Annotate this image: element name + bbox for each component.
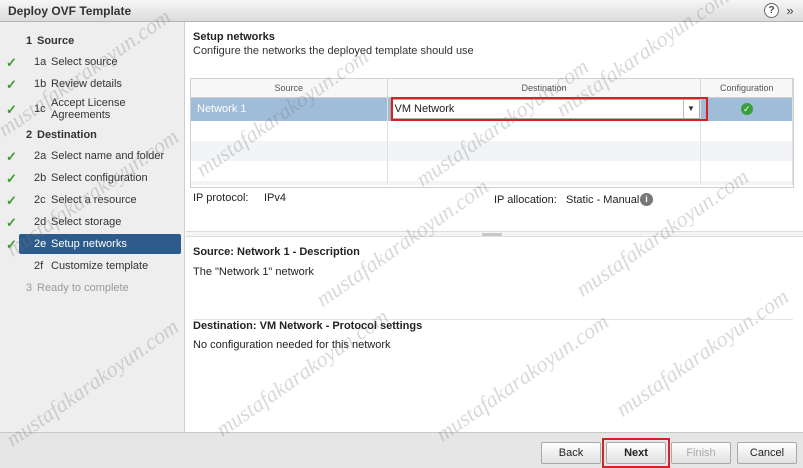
check-icon: ✓ xyxy=(6,77,17,92)
ip-protocol-label: IP protocol: xyxy=(193,192,249,204)
step-ready-to-complete: 3 Ready to complete xyxy=(0,278,185,298)
step-number: 1a xyxy=(34,56,47,68)
step-label: Destination xyxy=(37,129,97,141)
expand-icon[interactable]: » xyxy=(783,3,797,18)
step-label: Select name and folder xyxy=(51,150,165,162)
protocol-settings-title: Destination: VM Network - Protocol setti… xyxy=(193,319,793,332)
step-customize-template[interactable]: 2f Customize template xyxy=(0,256,185,276)
configuration-cell: ✓ xyxy=(700,97,793,121)
step-select-source[interactable]: ✓ 1a Select source xyxy=(0,52,185,72)
ip-allocation-value: Static - Manual xyxy=(566,194,640,206)
step-number: 2a xyxy=(34,150,47,162)
step-label: Select storage xyxy=(51,216,122,228)
step-setup-networks[interactable]: 2e Setup networks xyxy=(19,234,181,254)
page-title: Setup networks xyxy=(193,31,275,43)
column-header-configuration[interactable]: Configuration xyxy=(700,79,793,98)
step-number: 2 xyxy=(26,129,33,141)
empty-row xyxy=(191,161,793,181)
window-title: Deploy OVF Template xyxy=(8,4,132,18)
step-select-resource[interactable]: ✓ 2c Select a resource xyxy=(0,190,185,210)
column-header-destination[interactable]: Destination xyxy=(387,79,702,98)
check-icon: ✓ xyxy=(6,102,17,117)
help-icon[interactable]: ? xyxy=(764,3,779,18)
step-number: 1 xyxy=(26,35,33,47)
step-group-source: 1 Source xyxy=(0,31,185,51)
step-group-destination: 2 Destination xyxy=(0,125,185,145)
finish-button: Finish xyxy=(671,442,731,464)
title-bar: Deploy OVF Template ? » xyxy=(0,0,803,22)
description-text: The "Network 1" network xyxy=(193,266,314,278)
main-panel: Setup networks Configure the networks th… xyxy=(186,22,803,432)
empty-row xyxy=(191,181,793,185)
step-select-name-folder[interactable]: ✓ 2a Select name and folder xyxy=(0,146,185,166)
protocol-settings-text: No configuration needed for this network xyxy=(193,339,391,351)
pane-splitter[interactable] xyxy=(186,231,803,237)
step-number: 2f xyxy=(34,260,44,272)
ip-protocol-value: IPv4 xyxy=(264,192,287,204)
source-cell: Network 1 xyxy=(191,97,388,121)
step-label: Ready to complete xyxy=(37,282,129,294)
step-label: Source xyxy=(37,35,75,47)
check-icon: ✓ xyxy=(6,149,17,164)
step-label: Select a resource xyxy=(51,194,137,206)
network-mapping-table: Source Destination Configuration Network… xyxy=(190,78,794,188)
step-review-details[interactable]: ✓ 1b Review details xyxy=(0,74,185,94)
check-icon: ✓ xyxy=(6,215,17,230)
step-label: Accept License Agreements xyxy=(51,97,126,121)
step-number: 1b xyxy=(34,78,47,90)
check-icon: ✓ xyxy=(6,171,17,186)
cancel-button[interactable]: Cancel xyxy=(737,442,797,464)
page-subtitle: Configure the networks the deployed temp… xyxy=(193,45,474,57)
step-select-configuration[interactable]: ✓ 2b Select configuration xyxy=(0,168,185,188)
step-number: 2e xyxy=(34,238,47,250)
description-title: Source: Network 1 - Description xyxy=(193,246,360,258)
empty-row xyxy=(191,141,793,161)
step-label: Setup networks xyxy=(51,238,127,250)
check-icon: ✓ xyxy=(6,55,17,70)
highlight-box-destination xyxy=(391,97,708,121)
status-ok-icon: ✓ xyxy=(740,103,753,116)
ip-allocation-label: IP allocation: xyxy=(494,194,557,206)
highlight-box-next xyxy=(602,438,670,468)
step-select-storage[interactable]: ✓ 2d Select storage xyxy=(0,212,185,232)
back-button[interactable]: Back xyxy=(541,442,601,464)
step-accept-license[interactable]: ✓ 1c Accept License Agreements xyxy=(0,97,185,125)
check-icon: ✓ xyxy=(6,237,17,252)
column-header-source[interactable]: Source xyxy=(191,79,388,98)
step-label: Customize template xyxy=(51,260,149,272)
splitter-grip[interactable] xyxy=(482,233,502,236)
step-number: 2b xyxy=(34,172,47,184)
wizard-steps-sidebar: 1 Source ✓ 1a Select source ✓ 1b Review … xyxy=(0,22,185,432)
wizard-footer: Back Next Finish Cancel xyxy=(0,432,803,468)
check-icon: ✓ xyxy=(6,193,17,208)
step-number: 2c xyxy=(34,194,46,206)
step-label: Select source xyxy=(51,56,118,68)
info-icon[interactable]: i xyxy=(640,193,653,206)
empty-row xyxy=(191,121,793,141)
step-number: 1c xyxy=(34,103,46,115)
step-number: 3 xyxy=(26,282,33,294)
step-label: Select configuration xyxy=(51,172,148,184)
step-number: 2d xyxy=(34,216,47,228)
step-label: Review details xyxy=(51,78,122,90)
